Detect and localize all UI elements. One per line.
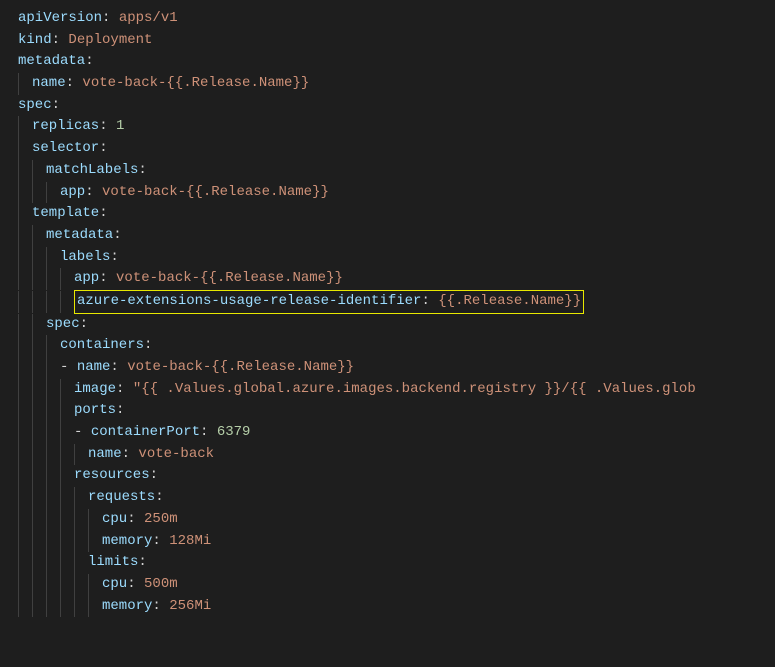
yaml-value: 1 [116,118,124,134]
yaml-key: metadata [46,227,113,243]
yaml-value: 128Mi [169,533,211,549]
yaml-key: image [74,381,116,397]
yaml-key: matchLabels [46,162,138,178]
yaml-value: vote-back-{{.Release.Name}} [127,359,354,375]
code-line: template: [18,203,775,225]
code-line: requests: [18,487,775,509]
code-line: - containerPort: 6379 [18,422,775,444]
code-line: spec: [18,95,775,117]
code-line: app: vote-back-{{.Release.Name}} [18,182,775,204]
yaml-value: vote-back [138,446,214,462]
yaml-value: vote-back-{{.Release.Name}} [116,270,343,286]
yaml-value: Deployment [68,32,152,48]
yaml-key: limits [88,554,138,570]
yaml-value: apps/v1 [119,10,178,26]
code-line: memory: 256Mi [18,596,775,618]
yaml-key: name [32,75,66,91]
code-line: - name: vote-back-{{.Release.Name}} [18,357,775,379]
code-line: ports: [18,400,775,422]
yaml-key: kind [18,32,52,48]
yaml-value: "{{ .Values.global.azure.images.backend.… [133,381,696,397]
code-line: limits: [18,552,775,574]
yaml-key: resources [74,467,150,483]
yaml-key: containerPort [91,424,200,440]
yaml-value: 250m [144,511,178,527]
yaml-key: memory [102,533,152,549]
yaml-key: cpu [102,511,127,527]
yaml-key: containers [60,337,144,353]
yaml-key: app [74,270,99,286]
yaml-key: labels [60,249,110,265]
code-line: cpu: 500m [18,574,775,596]
yaml-key: name [77,359,111,375]
code-line: replicas: 1 [18,116,775,138]
yaml-key: replicas [32,118,99,134]
code-line: selector: [18,138,775,160]
yaml-value: 500m [144,576,178,592]
code-line: name: vote-back [18,444,775,466]
yaml-key: requests [88,489,155,505]
code-line: memory: 128Mi [18,531,775,553]
code-line: name: vote-back-{{.Release.Name}} [18,73,775,95]
yaml-key: memory [102,598,152,614]
yaml-key: ports [74,402,116,418]
yaml-key: spec [18,97,52,113]
yaml-key: app [60,184,85,200]
yaml-key: name [88,446,122,462]
code-line: image: "{{ .Values.global.azure.images.b… [18,379,775,401]
code-line: matchLabels: [18,160,775,182]
code-line: containers: [18,335,775,357]
yaml-value: {{.Release.Name}} [438,293,581,309]
code-line: kind: Deployment [18,30,775,52]
yaml-key: template [32,205,99,221]
code-line: cpu: 250m [18,509,775,531]
yaml-key: apiVersion [18,10,102,26]
yaml-value: vote-back-{{.Release.Name}} [82,75,309,91]
code-line: labels: [18,247,775,269]
yaml-value: 6379 [217,424,251,440]
yaml-key: cpu [102,576,127,592]
code-line: metadata: [18,225,775,247]
yaml-key: metadata [18,53,85,69]
yaml-value: vote-back-{{.Release.Name}} [102,184,329,200]
code-editor[interactable]: apiVersion: apps/v1 kind: Deployment met… [18,8,775,617]
code-line: resources: [18,465,775,487]
code-line: apiVersion: apps/v1 [18,8,775,30]
code-line: app: vote-back-{{.Release.Name}} [18,268,775,290]
code-line: spec: [18,314,775,336]
code-line-highlighted: azure-extensions-usage-release-identifie… [18,290,775,314]
yaml-key: azure-extensions-usage-release-identifie… [77,293,421,309]
yaml-key: selector [32,140,99,156]
yaml-key: spec [46,316,80,332]
code-line: metadata: [18,51,775,73]
yaml-value: 256Mi [169,598,211,614]
highlight-box: azure-extensions-usage-release-identifie… [74,290,584,314]
